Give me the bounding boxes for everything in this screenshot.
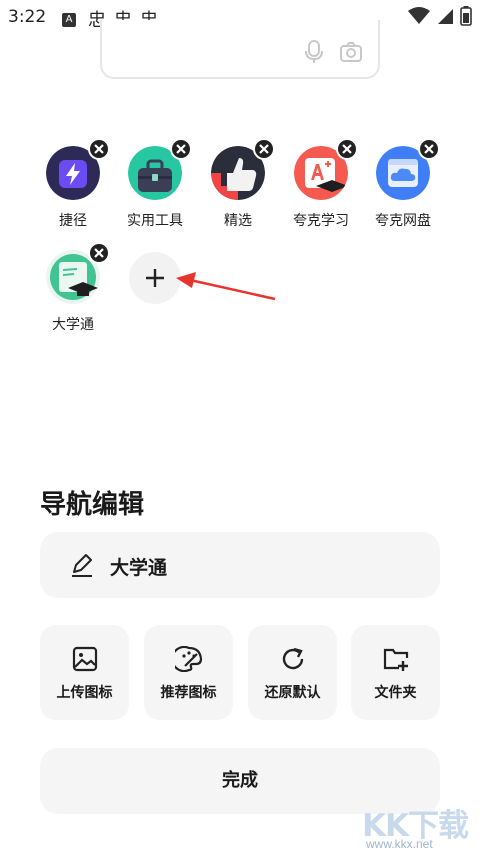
close-icon: [94, 248, 104, 258]
recommended-icon-button[interactable]: 推荐图标: [144, 625, 233, 720]
restore-default-button[interactable]: 还原默认: [248, 625, 337, 720]
signal-icon: [438, 9, 453, 24]
name-field[interactable]: 大学通: [40, 532, 440, 598]
app-label: 捷径: [59, 213, 87, 229]
app-item-shortcut[interactable]: 捷径: [33, 138, 113, 230]
close-icon: [94, 144, 104, 154]
close-icon: [424, 144, 434, 154]
app-item-cloud-drive[interactable]: 夸克网盘: [363, 138, 443, 230]
accessibility-icon: A: [62, 13, 76, 27]
refresh-icon: [282, 647, 303, 670]
close-icon: [176, 144, 186, 154]
remove-badge[interactable]: [253, 138, 275, 160]
watermark-url: www.kkx.net: [366, 837, 433, 851]
remove-badge[interactable]: [170, 138, 192, 160]
search-box[interactable]: [100, 20, 380, 79]
wifi-icon: [408, 7, 430, 24]
upload-icon-button[interactable]: 上传图标: [40, 625, 129, 720]
system-icons: [408, 6, 472, 26]
action-label: 上传图标: [56, 685, 113, 701]
app-label: 夸克网盘: [375, 213, 431, 229]
panel-title: 导航编辑: [40, 490, 145, 520]
plus-icon: [146, 269, 164, 287]
camera-icon[interactable]: [340, 42, 362, 62]
annotation-arrow: [176, 272, 276, 301]
app-label: 夸克学习: [293, 213, 349, 229]
status-time: 3:22: [8, 7, 47, 27]
remove-badge[interactable]: [88, 242, 110, 264]
battery-icon: [460, 6, 472, 26]
app-item-study[interactable]: 夸克学习: [281, 138, 361, 230]
watermark: KK下载 www.kkx.net: [362, 800, 480, 855]
remove-badge[interactable]: [336, 138, 358, 160]
action-label: 推荐图标: [160, 685, 217, 701]
image-icon: [72, 646, 97, 672]
app-label: 精选: [224, 213, 252, 229]
action-label: 还原默认: [264, 685, 321, 701]
remove-badge[interactable]: [88, 138, 110, 160]
pen-icon: [72, 554, 92, 577]
app-item-university[interactable]: 大学通: [33, 242, 113, 334]
close-icon: [342, 144, 352, 154]
close-icon: [259, 144, 269, 154]
name-value: 大学通: [110, 557, 168, 579]
palette-icon: [170, 645, 202, 673]
remove-badge[interactable]: [418, 138, 440, 160]
app-label: 大学通: [52, 317, 94, 333]
app-item-featured[interactable]: 精选: [198, 138, 278, 230]
app-item-tools[interactable]: 实用工具: [115, 138, 195, 230]
folder-button[interactable]: 文件夹: [351, 625, 440, 720]
action-label: 文件夹: [374, 685, 417, 701]
app-label: 实用工具: [127, 213, 183, 229]
folder-add-icon: [383, 648, 408, 671]
mic-icon[interactable]: [304, 40, 324, 64]
